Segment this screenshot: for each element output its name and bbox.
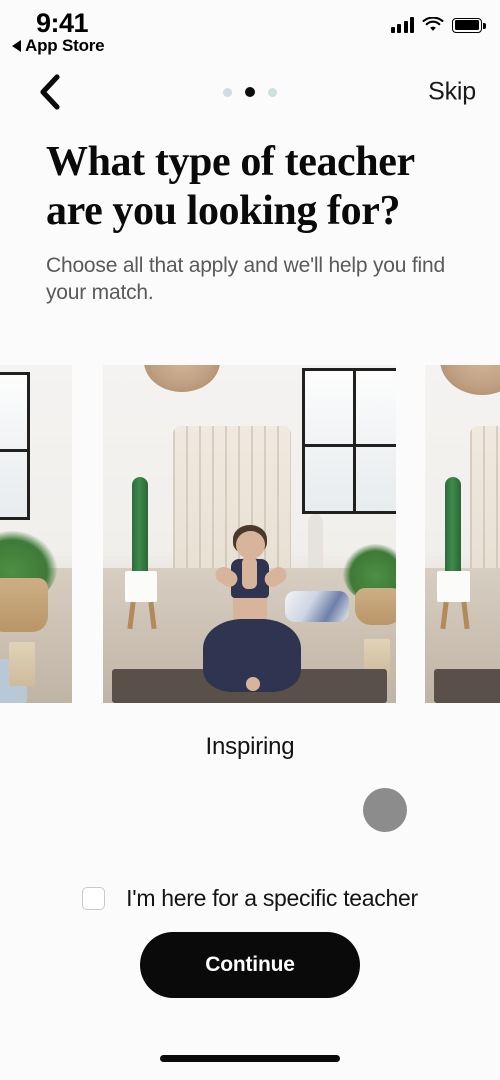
page-dot-3 [268, 87, 277, 97]
home-indicator [160, 1055, 340, 1062]
page-subtitle: Choose all that apply and we'll help you… [46, 254, 445, 304]
select-option-button[interactable] [363, 788, 407, 832]
page-indicator [223, 87, 277, 97]
specific-teacher-checkbox-row[interactable]: I'm here for a specific teacher [0, 885, 500, 912]
return-to-app-store-link[interactable]: App Store [12, 36, 105, 56]
person-meditating [197, 525, 308, 703]
carousel-card-active[interactable] [103, 365, 396, 703]
status-bar-indicators [390, 16, 486, 33]
cellular-signal-icon [390, 17, 414, 33]
card-image-active [103, 365, 396, 703]
navigation-bar: Skip [0, 62, 500, 122]
wifi-icon [422, 16, 444, 33]
status-bar-time: 9:41 [36, 8, 89, 38]
card-image-previous [0, 365, 72, 703]
carousel-card-previous[interactable] [0, 365, 72, 703]
battery-full-icon [452, 17, 486, 33]
triangle-left-icon [12, 40, 21, 52]
page-title: What type of teacher are you looking for… [46, 139, 414, 235]
skip-button[interactable]: Skip [428, 78, 476, 107]
status-bar: 9:41 App Store [0, 0, 500, 62]
page-dot-1 [223, 87, 232, 97]
return-app-label: App Store [25, 36, 105, 55]
carousel-card-next[interactable] [425, 365, 500, 703]
card-image-next [425, 365, 500, 703]
back-button[interactable] [27, 70, 71, 114]
page-dot-2-active [245, 87, 255, 97]
continue-button[interactable]: Continue [140, 932, 360, 998]
onboarding-screen: 9:41 App Store Skip What type of teacher… [0, 0, 500, 1080]
teacher-type-carousel[interactable] [0, 365, 500, 703]
specific-teacher-checkbox[interactable] [82, 887, 106, 910]
active-card-label: Inspiring [205, 733, 295, 760]
chevron-left-icon [40, 74, 60, 110]
specific-teacher-label: I'm here for a specific teacher [126, 885, 418, 911]
